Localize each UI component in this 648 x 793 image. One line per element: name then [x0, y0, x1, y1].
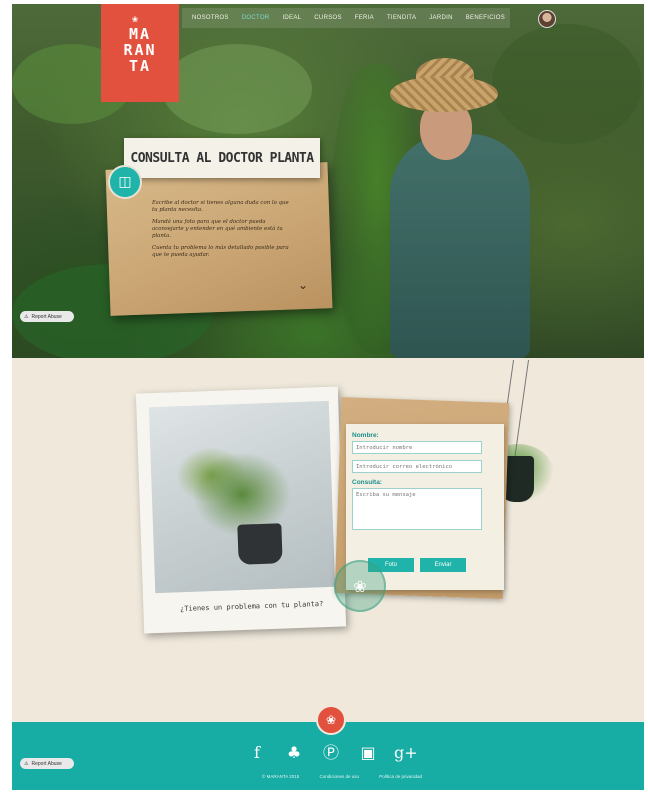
nav-item-jardin[interactable]: JARDIN: [429, 15, 452, 21]
email-input[interactable]: [352, 460, 482, 473]
plant-photo: [148, 400, 336, 594]
twitter-icon[interactable]: ♣: [283, 742, 305, 764]
terms-link[interactable]: Condiciones de uso: [319, 774, 359, 779]
report-abuse-label: Report Abuse: [31, 313, 62, 320]
main-nav: NOSOTROS DOCTOR IDEAL CURSOS FERIA TIEND…: [182, 8, 510, 28]
report-abuse-button[interactable]: ⚠ Report Abuse: [20, 311, 74, 322]
nav-item-feria[interactable]: FERIA: [355, 15, 374, 21]
name-label: Nombre:: [352, 432, 379, 439]
nav-item-beneficios[interactable]: BENEFICIOS: [466, 15, 505, 21]
google-plus-icon[interactable]: g+: [394, 742, 418, 764]
sprout-stamp-icon: ❀: [334, 560, 386, 612]
page: ❀ MA RAN TA NOSOTROS DOCTOR IDEAL CURSOS…: [12, 4, 644, 790]
doctor-bag-icon: ◫: [108, 165, 142, 199]
report-abuse-label: Report Abuse: [31, 760, 62, 767]
card-paragraph: Mandá una foto para que el doctor pueda …: [152, 219, 283, 239]
facebook-icon[interactable]: f: [246, 742, 268, 764]
logo-line: RAN: [123, 41, 157, 59]
sprout-icon: ❀: [132, 14, 141, 25]
logo-line: MA: [128, 25, 152, 43]
warning-icon: ⚠: [24, 313, 29, 320]
send-button[interactable]: Enviar: [420, 558, 466, 572]
plant-pot: [237, 523, 283, 565]
farmer-hat-brim: [390, 76, 498, 112]
social-links: f ♣ Ⓟ ▣ g+: [246, 742, 418, 764]
report-abuse-button[interactable]: ⚠ Report Abuse: [20, 758, 74, 769]
user-avatar[interactable]: [538, 10, 556, 28]
message-textarea[interactable]: [352, 488, 482, 530]
copyright: © MARANTA 2015: [262, 774, 300, 779]
pinterest-icon[interactable]: Ⓟ: [320, 742, 342, 764]
card-paragraph: Cuenta tu problema lo más detallado posi…: [152, 245, 289, 258]
card-paragraph: Escribe al doctor si tienes alguna duda …: [152, 200, 289, 213]
warning-icon: ⚠: [24, 760, 29, 767]
foliage: [162, 44, 312, 134]
nav-item-cursos[interactable]: CURSOS: [314, 15, 341, 21]
logo-line: TA: [128, 57, 152, 75]
chevron-down-icon[interactable]: ⌄: [298, 278, 308, 292]
card-text: Escribe al doctor si tienes alguna duda …: [152, 200, 292, 264]
name-input[interactable]: [352, 441, 482, 454]
instagram-icon[interactable]: ▣: [357, 742, 379, 764]
footer-links: © MARANTA 2015 Condiciones de uso Políti…: [262, 774, 422, 779]
footer-logo[interactable]: ❀: [316, 705, 346, 735]
maranta-logo[interactable]: ❀ MA RAN TA: [101, 4, 179, 102]
form-buttons: Foto Enviar: [368, 558, 466, 572]
nav-item-nosotros[interactable]: NOSOTROS: [192, 15, 229, 21]
nav-item-ideal[interactable]: IDEAL: [282, 15, 301, 21]
foliage: [492, 24, 642, 144]
nav-item-doctor[interactable]: DOCTOR: [242, 15, 270, 21]
consulta-label: Consulta:: [352, 479, 382, 486]
farmer-photo: [390, 134, 530, 358]
nav-item-tiendita[interactable]: TIENDITA: [387, 15, 416, 21]
privacy-link[interactable]: Política de privacidad: [379, 774, 422, 779]
card-title: CONSULTA AL DOCTOR PLANTA: [124, 138, 320, 178]
